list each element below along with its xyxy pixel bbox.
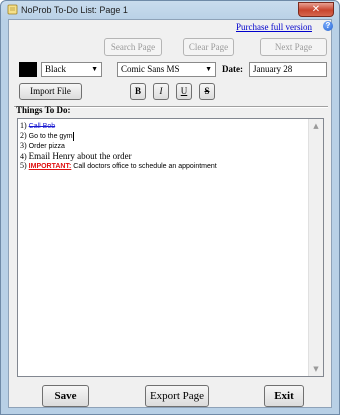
list-item: 3) Order pizza: [20, 141, 308, 151]
bold-button[interactable]: B: [130, 83, 146, 100]
list-item: 2) Go to the gym: [20, 131, 308, 141]
text-cursor: [72, 131, 74, 141]
italic-button[interactable]: I: [153, 83, 169, 100]
search-page-button[interactable]: Search Page: [104, 38, 162, 56]
date-label: Date:: [222, 64, 243, 74]
strikethrough-button[interactable]: S: [199, 83, 215, 100]
app-window: NoProb To-Do List: Page 1 ✕ Purchase ful…: [0, 0, 340, 415]
help-icon[interactable]: ?: [323, 21, 333, 31]
item-text: Order pizza: [28, 143, 65, 150]
todo-lines: 1) Call Bob 2) Go to the gym 3) Order pi…: [20, 121, 308, 171]
underline-button[interactable]: U: [176, 83, 192, 100]
list-item: 1) Call Bob: [20, 121, 308, 131]
item-text: Call doctors office to schedule an appoi…: [71, 163, 217, 170]
font-select[interactable]: Comic Sans MS ▼: [117, 62, 216, 77]
item-text: Go to the gym: [28, 133, 73, 140]
exit-button[interactable]: Exit: [264, 385, 304, 407]
close-button[interactable]: ✕: [298, 2, 334, 17]
vertical-scrollbar[interactable]: ▲ ▼: [308, 119, 323, 376]
clear-page-button[interactable]: Clear Page: [183, 38, 234, 56]
import-file-button[interactable]: Import File: [19, 83, 82, 100]
date-input[interactable]: January 28: [249, 62, 327, 77]
list-heading: Things To Do:: [16, 105, 71, 115]
item-text: Call Bob: [28, 123, 56, 130]
color-select-value: Black: [45, 64, 66, 74]
scroll-down-icon[interactable]: ▼: [309, 362, 323, 376]
item-text: Email Henry about the order: [28, 151, 132, 161]
color-select[interactable]: Black ▼: [41, 62, 102, 77]
title-bar[interactable]: NoProb To-Do List: Page 1 ✕: [1, 1, 339, 19]
todo-editor[interactable]: 1) Call Bob 2) Go to the gym 3) Order pi…: [17, 118, 324, 377]
window-title: NoProb To-Do List: Page 1: [21, 5, 128, 15]
important-tag: IMPORTANT:: [28, 163, 72, 170]
item-number: 1): [20, 121, 27, 130]
list-item: 4) Email Henry about the order: [20, 151, 308, 161]
item-number: 5): [20, 161, 27, 170]
item-number: 3): [20, 141, 27, 150]
scroll-up-icon[interactable]: ▲: [309, 119, 323, 133]
purchase-link[interactable]: Purchase full version: [236, 22, 312, 32]
color-swatch: [19, 62, 37, 77]
client-area: Purchase full version ? Search Page Clea…: [8, 19, 333, 408]
save-button[interactable]: Save: [42, 385, 89, 407]
font-select-value: Comic Sans MS: [121, 64, 180, 74]
item-number: 4): [20, 152, 27, 161]
notepad-icon: [7, 4, 18, 15]
chevron-down-icon: ▼: [205, 65, 212, 73]
export-page-button[interactable]: Export Page: [145, 385, 209, 407]
list-item: 5) IMPORTANT: Call doctors office to sch…: [20, 161, 308, 171]
next-page-button[interactable]: Next Page: [260, 38, 327, 56]
item-number: 2): [20, 131, 27, 140]
chevron-down-icon: ▼: [91, 65, 98, 73]
